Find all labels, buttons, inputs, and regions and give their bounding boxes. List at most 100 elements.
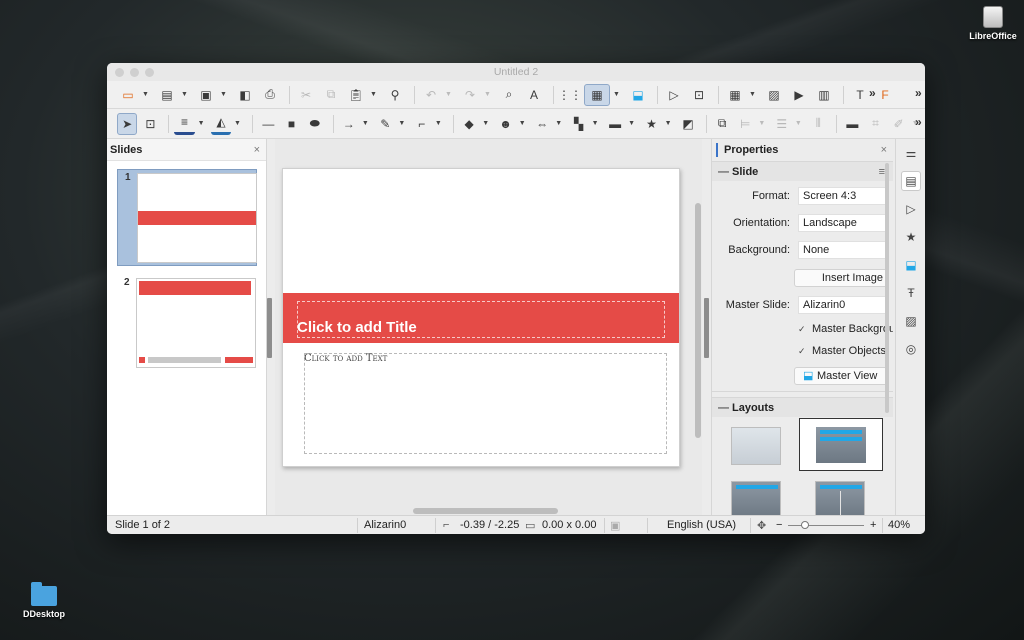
background-select[interactable]: None — [798, 241, 888, 259]
chevron-down-icon[interactable]: ▼ — [435, 120, 442, 127]
vertical-scrollbar[interactable] — [695, 203, 701, 438]
chevron-down-icon[interactable]: ▼ — [445, 91, 453, 98]
export-pdf-icon[interactable]: ◧ — [234, 84, 256, 106]
clone-formatting-icon[interactable]: ⚲ — [384, 84, 406, 106]
layout-blank[interactable] — [731, 427, 781, 465]
grid-icon[interactable]: ⋮⋮ — [558, 84, 582, 106]
slide-transition-tab-icon[interactable]: ▷ — [901, 199, 921, 219]
paste-icon[interactable]: 📋︎ — [345, 84, 367, 106]
line-icon[interactable]: — — [258, 113, 278, 135]
basic-shapes-icon[interactable]: ◆ — [459, 113, 479, 135]
horizontal-scrollbar[interactable] — [413, 508, 558, 514]
shadow-icon[interactable]: ▬ — [842, 113, 862, 135]
select-arrow-icon[interactable]: ➤ — [117, 112, 138, 135]
toolbar-overflow-icon[interactable]: » — [915, 115, 922, 129]
fill-color-icon[interactable]: ◭ — [210, 113, 232, 135]
body-placeholder[interactable]: Click to add Text — [304, 353, 387, 364]
media-icon[interactable]: ▶ — [788, 84, 810, 106]
slide-canvas[interactable]: Click to add Title Click to add Text — [282, 168, 680, 467]
save-icon[interactable]: ▣ — [195, 84, 217, 106]
redo-icon[interactable]: ↷ — [459, 84, 481, 106]
slide-thumbnail-1[interactable]: 1 — [117, 169, 257, 266]
minimize-window-button[interactable] — [130, 68, 139, 77]
close-icon[interactable]: × — [254, 139, 260, 161]
chevron-down-icon[interactable]: ▼ — [484, 91, 492, 98]
layout-title-content[interactable] — [799, 418, 883, 471]
slide-section-header[interactable]: — Slide ≡ — [712, 161, 893, 181]
chevron-down-icon[interactable]: ▼ — [613, 91, 621, 98]
spelling-icon[interactable]: A — [523, 84, 545, 106]
gallery-tab-icon[interactable]: ▨ — [901, 311, 921, 331]
open-icon[interactable]: ▤ — [156, 84, 178, 106]
chevron-down-icon[interactable]: ▼ — [665, 120, 672, 127]
rotate-icon[interactable]: ⧉ — [712, 113, 732, 135]
selection-mode-icon[interactable]: ✥ — [757, 519, 766, 532]
crop-icon[interactable]: ⌗ — [865, 113, 885, 135]
chevron-down-icon[interactable]: ▼ — [398, 120, 405, 127]
slide-thumbnail-2[interactable]: 2 — [117, 275, 257, 372]
start-from-first-icon[interactable]: ▷ — [663, 84, 685, 106]
filter-icon[interactable]: ✐ — [889, 113, 909, 135]
master-slides-tab-icon[interactable]: ⬓ — [901, 255, 921, 275]
zoom-in-button[interactable]: + — [870, 519, 876, 531]
document-modified-icon[interactable]: ▣ — [610, 519, 620, 532]
fontwork-icon[interactable]: F — [874, 84, 896, 106]
navigator-tab-icon[interactable]: ◎ — [901, 339, 921, 359]
master-slide-select[interactable]: Alizarin0 — [798, 296, 888, 314]
undo-icon[interactable]: ↶ — [420, 84, 442, 106]
line-color-icon[interactable]: ≡ — [174, 113, 195, 135]
curves-icon[interactable]: ✎ — [375, 113, 395, 135]
sidebar-collapse-handle[interactable] — [704, 298, 709, 358]
sidebar-settings-icon[interactable]: ⚌ — [901, 143, 921, 163]
zoom-slider-handle[interactable] — [801, 521, 809, 529]
desktop-drive-libreoffice[interactable]: LibreOffice — [966, 6, 1020, 41]
rectangle-icon[interactable]: ■ — [281, 113, 301, 135]
chevron-down-icon[interactable]: ▼ — [519, 120, 526, 127]
chevron-down-icon[interactable]: ▼ — [370, 91, 378, 98]
zoom-slider[interactable] — [788, 525, 864, 526]
properties-scrollbar[interactable] — [885, 163, 889, 413]
find-icon[interactable]: ⌕ — [498, 84, 520, 106]
chevron-down-icon[interactable]: ▼ — [142, 91, 150, 98]
chevron-down-icon[interactable]: ▼ — [234, 120, 241, 127]
title-bar[interactable]: Untitled 2 — [107, 63, 925, 81]
collapse-icon[interactable]: — — [718, 162, 729, 182]
chevron-down-icon[interactable]: ▼ — [181, 91, 189, 98]
zoom-pan-icon[interactable]: ⊡ — [140, 113, 160, 135]
zoom-level[interactable]: 40% — [888, 519, 910, 531]
stars-icon[interactable]: ★ — [641, 113, 661, 135]
master-slide-icon[interactable]: ⬓ — [627, 84, 649, 106]
align-icon[interactable]: ⊨ — [735, 113, 755, 135]
close-icon[interactable]: × — [881, 139, 887, 161]
chevron-down-icon[interactable]: ▼ — [758, 120, 765, 127]
chevron-down-icon[interactable]: ▼ — [749, 91, 757, 98]
distribute-icon[interactable]: ⫴ — [808, 113, 828, 135]
language[interactable]: English (USA) — [667, 519, 736, 531]
toolbar-overflow-icon[interactable]: » — [915, 86, 922, 100]
chevron-down-icon[interactable]: ▼ — [198, 120, 205, 127]
properties-tab-icon[interactable]: ▤ — [901, 171, 921, 191]
chevron-down-icon[interactable]: ▼ — [220, 91, 228, 98]
master-background-checkbox[interactable]: ✓ Master Background — [798, 321, 893, 337]
copy-icon[interactable]: ⧉ — [320, 84, 342, 106]
arrow-lines-icon[interactable]: → — [339, 113, 359, 135]
layout-two-content[interactable] — [815, 481, 865, 515]
collapse-icon[interactable]: — — [718, 398, 729, 418]
connectors-icon[interactable]: ⌐ — [412, 113, 432, 135]
text-box-icon[interactable]: T — [849, 84, 871, 106]
layout-title-content-alt[interactable] — [731, 481, 781, 515]
cut-icon[interactable]: ✂ — [295, 84, 317, 106]
styles-tab-icon[interactable]: Ŧ — [901, 283, 921, 303]
zoom-window-button[interactable] — [145, 68, 154, 77]
master-view-button[interactable]: ⬓ Master View — [794, 367, 888, 385]
table-icon[interactable]: ▦ — [724, 84, 746, 106]
zoom-out-button[interactable]: − — [776, 519, 782, 531]
ellipse-icon[interactable]: ⬬ — [305, 113, 325, 135]
chevron-down-icon[interactable]: ▼ — [362, 120, 369, 127]
desktop-folder[interactable]: DDesktop — [16, 582, 72, 619]
animation-tab-icon[interactable]: ★ — [901, 227, 921, 247]
title-placeholder[interactable]: Click to add Title — [297, 319, 417, 336]
slides-pane-collapse-handle[interactable] — [267, 298, 272, 358]
body-placeholder-box[interactable] — [304, 353, 667, 454]
chevron-down-icon[interactable]: ▼ — [482, 120, 489, 127]
